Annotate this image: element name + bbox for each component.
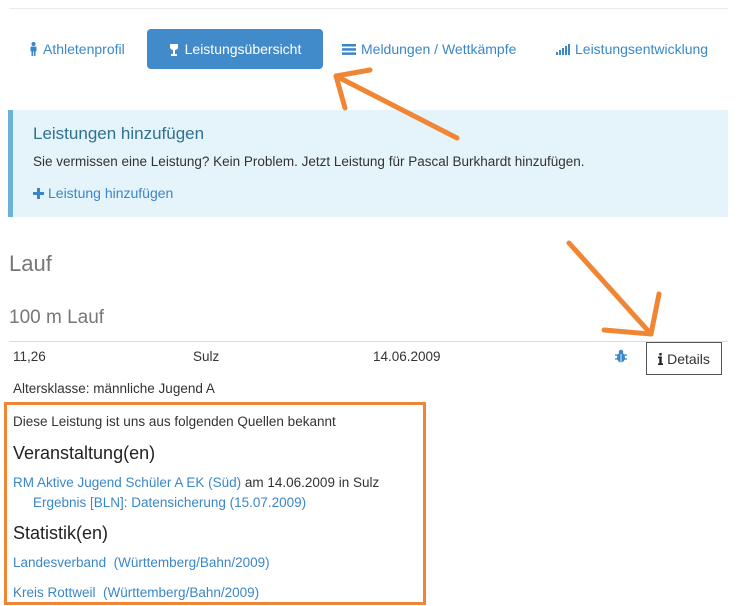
section-title: Lauf	[9, 251, 52, 276]
stat-line: Kreis Rottweil (Württemberg/Bahn/2009)	[13, 585, 259, 600]
arrow-to-details-head	[601, 291, 662, 337]
list-icon	[342, 43, 356, 55]
result-source-link[interactable]: Ergebnis [BLN]: Datensicherung (15.07.20…	[33, 495, 306, 510]
callout-message: Sie vermissen eine Leistung? Kein Proble…	[33, 154, 585, 169]
result-place: Sulz	[193, 349, 220, 364]
stat-scope: (Württemberg/Bahn/2009)	[103, 585, 260, 600]
trophy-icon	[169, 43, 178, 56]
add-performance-label: Leistung hinzufügen	[48, 185, 174, 201]
bug-report-icon[interactable]	[614, 349, 628, 363]
sources-highlight-box: Diese Leistung ist uns aus folgenden Que…	[4, 402, 426, 605]
tab-leistungsentwicklung[interactable]: Leistungsentwicklung	[556, 41, 708, 57]
event-link[interactable]: RM Aktive Jugend Schüler A EK (Süd)	[13, 475, 241, 490]
tab-athletenprofil[interactable]: Athletenprofil	[29, 41, 125, 57]
info-icon	[658, 352, 664, 365]
event-date-location: am 14.06.2009 in Sulz	[241, 475, 380, 490]
plus-icon	[33, 187, 44, 199]
details-label: Details	[667, 350, 710, 367]
age-class: Altersklasse: männliche Jugend A	[13, 381, 215, 396]
person-icon	[30, 42, 37, 56]
sources-intro: Diese Leistung ist uns aus folgenden Que…	[13, 414, 336, 429]
event-line: RM Aktive Jugend Schüler A EK (Süd) am 1…	[13, 475, 379, 490]
details-button[interactable]: Details	[646, 342, 722, 375]
stat-kreis-link[interactable]: Kreis Rottweil (Württemberg/Bahn/2009)	[13, 585, 259, 600]
result-time: 11,26	[13, 349, 46, 364]
top-divider	[9, 8, 728, 9]
events-heading: Veranstaltung(en)	[13, 443, 156, 463]
arrow-to-active-tab-head	[333, 67, 373, 111]
add-performance-callout: Leistungen hinzufügen Sie vermissen eine…	[8, 110, 728, 217]
add-performance-link[interactable]: Leistung hinzufügen	[33, 185, 173, 201]
result-source-line: Ergebnis [BLN]: Datensicherung (15.07.20…	[33, 495, 306, 510]
tab-label: Leistungsentwicklung	[575, 41, 709, 57]
stat-landesverband-link[interactable]: Landesverband (Württemberg/Bahn/2009)	[13, 555, 270, 570]
stat-line: Landesverband (Württemberg/Bahn/2009)	[13, 555, 270, 570]
result-date: 14.06.2009	[373, 349, 441, 364]
tab-label: Meldungen / Wettkämpfe	[361, 41, 517, 57]
stat-name: Landesverband	[13, 555, 107, 570]
tab-leistungsuebersicht[interactable]: Leistungsübersicht	[147, 29, 323, 69]
stat-scope: (Württemberg/Bahn/2009)	[113, 555, 270, 570]
table-divider	[9, 341, 728, 342]
tab-label: Leistungsübersicht	[184, 41, 302, 57]
stats-heading: Statistik(en)	[13, 523, 109, 543]
stat-name: Kreis Rottweil	[13, 585, 96, 600]
bar-chart-icon	[556, 43, 570, 55]
tab-meldungen[interactable]: Meldungen / Wettkämpfe	[342, 41, 516, 57]
tab-label: Athletenprofil	[43, 41, 125, 57]
discipline-title: 100 m Lauf	[9, 307, 105, 328]
callout-title: Leistungen hinzufügen	[33, 124, 205, 143]
arrow-to-details	[566, 240, 654, 337]
